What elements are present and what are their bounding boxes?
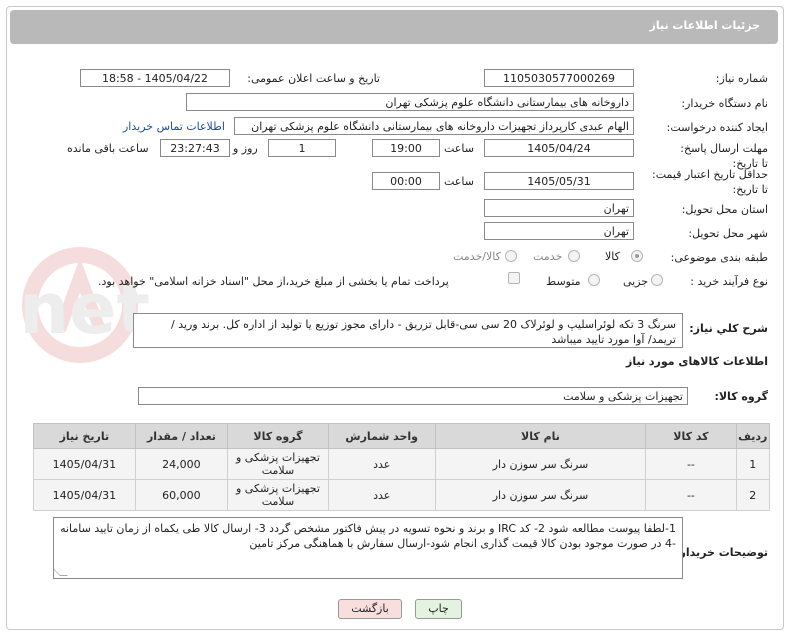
category-label: طبقه بندی موضوعی:: [670, 251, 768, 264]
goods-group-label: گروه کالا:: [714, 390, 768, 403]
category-goods-radio[interactable]: [631, 250, 643, 262]
row-number: 1: [735, 448, 771, 480]
time-remaining-field: 23:27:43: [160, 139, 230, 157]
general-desc-textarea[interactable]: سرنگ 3 تکه لوئراسلیپ و لوئرلاک 20 سی سی-…: [133, 313, 683, 348]
row-number: 2: [735, 479, 771, 511]
col-unit-header: واحد شمارش: [327, 423, 436, 449]
category-goods-service-radio[interactable]: [505, 250, 517, 262]
city-label: شهر محل تحویل:: [688, 227, 768, 240]
price-validity-label: حداقل تاریخ اعتبار قیمت: تا تاریخ:: [652, 168, 768, 196]
treasury-payment-checkbox[interactable]: [508, 272, 520, 284]
process-minor-label: جزیی: [623, 275, 649, 288]
category-goods-label: کالا: [605, 250, 620, 263]
page-header: جزئیات اطلاعات نیاز: [10, 10, 778, 44]
item-name: سرنگ سر سوزن دار: [434, 479, 647, 511]
table-row: 2 -- سرنگ سر سوزن دار عدد تجهیزات پزشکی …: [33, 479, 771, 511]
validity-hour-label: ساعت: [444, 175, 474, 188]
col-row-header: ردیف: [735, 423, 771, 449]
item-unit: عدد: [327, 479, 436, 511]
process-medium-label: متوسط: [546, 275, 581, 288]
col-date-header: تاریخ نیاز: [33, 423, 136, 449]
general-desc-text: سرنگ 3 تکه لوئراسلیپ و لوئرلاک 20 سی سی-…: [171, 318, 676, 346]
category-goods-service-label: کالا/خدمت: [453, 250, 501, 263]
announce-datetime-label: تاریخ و ساعت اعلان عمومی:: [247, 72, 380, 85]
item-group: تجهیزات پزشکی و سلامت: [227, 448, 329, 480]
category-service-label: خدمت: [533, 250, 563, 263]
province-label: استان محل تحویل:: [681, 203, 768, 216]
buyer-notes-textarea[interactable]: 1-لطفا پیوست مطالعه شود 2- کد IRC و برند…: [53, 517, 683, 579]
item-group: تجهیزات پزشکی و سلامت: [227, 479, 329, 511]
buyer-notes-text: 1-لطفا پیوست مطالعه شود 2- کد IRC و برند…: [60, 522, 676, 550]
city-field: تهران: [484, 222, 634, 240]
item-unit: عدد: [327, 448, 436, 480]
province-field: تهران: [484, 199, 634, 217]
item-code: --: [645, 479, 737, 511]
need-number-field: 1105030577000269: [484, 69, 634, 87]
page-title: جزئیات اطلاعات نیاز: [649, 19, 761, 32]
table-row: 1 -- سرنگ سر سوزن دار عدد تجهیزات پزشکی …: [33, 448, 771, 480]
hours-remaining-label: ساعت باقی مانده: [67, 142, 149, 155]
validity-date-field: 1405/05/31: [484, 172, 634, 190]
col-qty-header: تعداد / مقدار: [134, 423, 229, 449]
buyer-contact-link[interactable]: اطلاعات تماس خریدار: [123, 120, 225, 133]
category-service-radio[interactable]: [568, 250, 580, 262]
process-minor-radio[interactable]: [651, 274, 663, 286]
item-need-date: 1405/04/31: [33, 479, 136, 511]
back-button[interactable]: بازگشت: [338, 599, 402, 619]
goods-table: ردیف کد کالا نام کالا واحد شمارش گروه کا…: [33, 423, 771, 511]
purchase-process-label: نوع فرآیند خرید :: [690, 275, 768, 288]
requester-field: الهام عبدی کارپرداز تجهیزات داروخانه های…: [234, 117, 634, 135]
day-and-label: روز و: [233, 142, 258, 155]
buyer-org-label: نام دستگاه خریدار:: [681, 97, 768, 110]
col-name-header: نام کالا: [434, 423, 647, 449]
reply-date-field: 1405/04/24: [484, 139, 634, 157]
item-name: سرنگ سر سوزن دار: [434, 448, 647, 480]
announce-datetime-field: 1405/04/22 - 18:58: [80, 69, 230, 87]
process-medium-radio[interactable]: [588, 274, 600, 286]
validity-time-field: 00:00: [372, 172, 440, 190]
requester-label: ایجاد کننده درخواست:: [666, 121, 768, 134]
goods-info-heading: اطلاعات کالاهای مورد نیاز: [626, 355, 768, 368]
table-header-row: ردیف کد کالا نام کالا واحد شمارش گروه کا…: [33, 423, 771, 449]
general-desc-label: شرح کلي نياز:: [689, 322, 768, 335]
print-button[interactable]: چاپ: [415, 599, 462, 619]
item-quantity: 60,000: [134, 479, 229, 511]
days-remaining-field: 1: [268, 139, 336, 157]
goods-group-field: تجهیزات پزشکی و سلامت: [138, 387, 688, 405]
treasury-payment-note: پرداخت تمام یا بخشی از مبلغ خرید،از محل …: [98, 275, 449, 288]
reply-time-field: 19:00: [372, 139, 440, 157]
need-number-label: شماره نیاز:: [715, 72, 768, 85]
item-code: --: [645, 448, 737, 480]
item-need-date: 1405/04/31: [33, 448, 136, 480]
col-code-header: کد کالا: [645, 423, 737, 449]
resize-grip-icon[interactable]: [54, 568, 68, 576]
reply-hour-label: ساعت: [444, 142, 474, 155]
buyer-notes-label: توضیحات خریدار:: [675, 546, 768, 559]
col-group-header: گروه کالا: [227, 423, 329, 449]
buyer-org-field: داروخانه های بیمارستانی دانشگاه علوم پزش…: [186, 93, 634, 111]
item-quantity: 24,000: [134, 448, 229, 480]
